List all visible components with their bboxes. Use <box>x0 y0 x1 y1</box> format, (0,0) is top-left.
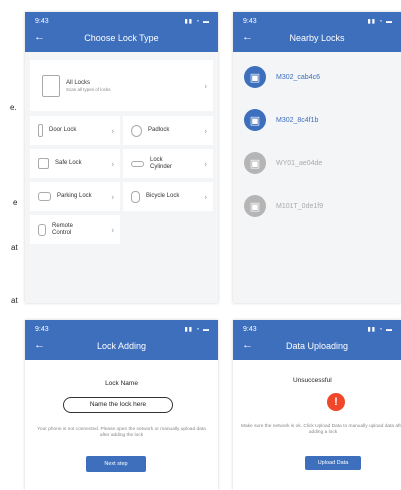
error-icon: ! <box>327 393 345 411</box>
choose-lock-type-screen: 9:43 ▮▮ ◔ ▬ ← Choose Lock Type All Locks… <box>25 12 218 303</box>
chevron-right-icon: › <box>204 81 207 90</box>
chevron-right-icon: › <box>204 192 207 201</box>
chevron-right-icon: › <box>111 192 114 201</box>
lock-icon: ▣ <box>244 66 266 88</box>
list-item[interactable]: ▣ M101T_0de1f9 <box>233 186 401 226</box>
data-uploading-screen: 9:43 ▮▮ ◔ ▬ ← Data Uploading Unsuccessfu… <box>233 320 401 490</box>
upload-note: Make sure the network is ok. Click Uploa… <box>241 424 401 435</box>
door-lock-label: Door Lock <box>49 127 77 133</box>
remote-control-label: Remote Control <box>52 222 74 236</box>
lock-name: M101T_0de1f9 <box>276 202 324 210</box>
cylinder-icon <box>131 160 144 167</box>
chevron-right-icon: › <box>204 126 207 135</box>
padlock-icon <box>131 124 142 137</box>
chevron-right-icon: › <box>204 159 207 168</box>
all-locks-sub: Scan all types of locks <box>66 86 111 92</box>
side-text-3: at <box>11 243 18 252</box>
side-text-1: e. <box>10 103 17 112</box>
status-time: 9:43 <box>243 18 257 25</box>
lock-name-label: Lock Name <box>105 380 138 387</box>
safe-lock-card[interactable]: Safe Lock › <box>30 149 120 178</box>
status-icons: ▮▮ ◔ ▬ <box>184 19 210 25</box>
lock-name: M302_8c4f1b <box>276 116 319 124</box>
page-title: Lock Adding <box>96 341 147 351</box>
next-step-button[interactable]: Next step <box>86 456 146 472</box>
network-note: Your phone is not connected. Please open… <box>37 427 206 438</box>
safe-lock-label: Safe Lock <box>55 160 82 166</box>
chevron-right-icon: › <box>111 159 114 168</box>
status-time: 9:43 <box>35 326 49 333</box>
door-lock-icon <box>38 124 43 137</box>
header-bar: 9:43 ▮▮ ◔ ▬ ← Lock Adding <box>25 320 218 360</box>
list-item[interactable]: ▣ WY01_ae04de <box>233 143 401 183</box>
safe-icon <box>38 158 49 169</box>
lock-adding-body: Lock Name Name the lock here Your phone … <box>25 360 218 490</box>
bicycle-lock-icon <box>131 190 140 203</box>
page-title: Choose Lock Type <box>84 33 159 43</box>
status-time: 9:43 <box>35 18 49 25</box>
nearby-locks-screen: 9:43 ▮▮ ◔ ▬ ← Nearby Locks ▣ M302_cab4c6… <box>233 12 401 303</box>
lock-adding-screen: 9:43 ▮▮ ◔ ▬ ← Lock Adding Lock Name Name… <box>25 320 218 490</box>
lock-type-list: All Locks Scan all types of locks › Door… <box>25 52 218 303</box>
lock-icon: ▣ <box>244 109 266 131</box>
lock-cylinder-label: Lock Cylinder <box>150 156 173 170</box>
chevron-right-icon: › <box>111 126 114 135</box>
status-icons: ▮▮ ◔ ▬ <box>367 19 393 25</box>
side-text-4: at <box>11 296 18 305</box>
page-title: Data Uploading <box>285 341 349 351</box>
parking-lock-icon <box>38 192 51 201</box>
list-item[interactable]: ▣ M302_cab4c6 <box>233 57 401 97</box>
page-title: Nearby Locks <box>289 33 345 43</box>
remote-control-card[interactable]: Remote Control › <box>30 215 120 244</box>
parking-lock-card[interactable]: Parking Lock › <box>30 182 120 211</box>
upload-body: Unsuccessful ! Make sure the network is … <box>233 360 401 490</box>
padlock-card[interactable]: Padlock › <box>123 116 213 145</box>
status-time: 9:43 <box>243 326 257 333</box>
bicycle-lock-card[interactable]: Bicycle Lock › <box>123 182 213 211</box>
header-bar: 9:43 ▮▮ ◔ ▬ ← Nearby Locks <box>233 12 401 52</box>
all-locks-card[interactable]: All Locks Scan all types of locks › <box>30 60 213 111</box>
header-bar: 9:43 ▮▮ ◔ ▬ ← Choose Lock Type <box>25 12 218 52</box>
lock-name-input[interactable]: Name the lock here <box>63 397 173 413</box>
status-icons: ▮▮ ◔ ▬ <box>367 327 393 333</box>
upload-data-button[interactable]: Upload Data <box>305 456 361 470</box>
status-icons: ▮▮ ◔ ▬ <box>184 327 210 333</box>
list-item[interactable]: ▣ M302_8c4f1b <box>233 100 401 140</box>
lock-name: WY01_ae04de <box>276 159 323 167</box>
door-lock-card[interactable]: Door Lock › <box>30 116 120 145</box>
padlock-label: Padlock <box>148 127 170 133</box>
remote-icon <box>38 223 46 236</box>
lock-icon: ▣ <box>244 195 266 217</box>
lock-name: M302_cab4c6 <box>276 73 320 81</box>
stage: e. e at at 9:43 ▮▮ ◔ ▬ ← Choose Lock Typ… <box>0 0 401 490</box>
parking-lock-label: Parking Lock <box>57 193 92 199</box>
all-locks-label: All Locks <box>66 79 91 86</box>
header-bar: 9:43 ▮▮ ◔ ▬ ← Data Uploading <box>233 320 401 360</box>
door-lock-icon <box>42 74 60 97</box>
lock-cylinder-card[interactable]: Lock Cylinder › <box>123 149 213 178</box>
chevron-right-icon: › <box>111 225 114 234</box>
nearby-locks-list: ▣ M302_cab4c6 ▣ M302_8c4f1b ▣ WY01_ae04d… <box>233 52 401 303</box>
bicycle-lock-label: Bicycle Lock <box>146 193 180 199</box>
lock-icon: ▣ <box>244 152 266 174</box>
status-text: Unsuccessful <box>293 377 332 384</box>
side-text-2: e <box>13 198 18 207</box>
